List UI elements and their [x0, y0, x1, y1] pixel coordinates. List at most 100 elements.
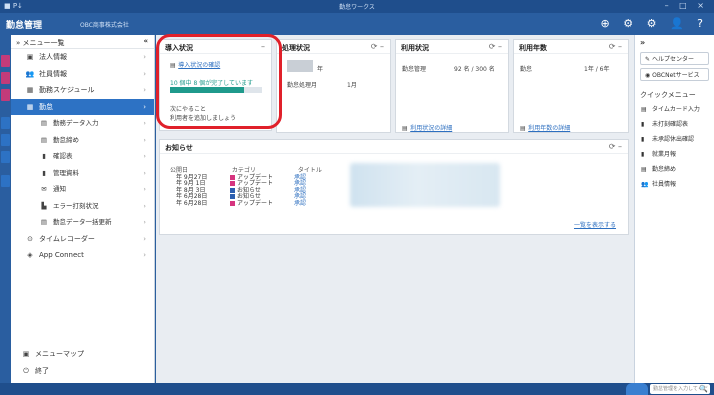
intro-highlight-circle — [156, 34, 282, 129]
rail-icon-2[interactable] — [1, 72, 10, 84]
sidebar-item[interactable]: ⊙ タイムレコーダー › — [11, 231, 154, 248]
sidebar-item[interactable]: ▮ 確認表 › — [11, 148, 154, 165]
usage-card-title: 利用状況 ⟳ – — [396, 40, 508, 54]
chevron-right-icon: › — [143, 86, 146, 94]
quick-menu-label: タイムカード入力 — [652, 106, 700, 113]
quick-menu-items: ▤ タイムカード入力 ▮ 未打刻確認表 ▮ 未承認休出確認 ▮ 就業月報 ▤ 勤怠締め 👥 社員情報 — [635, 102, 714, 192]
refresh-minimize-controls[interactable]: ⟳ – — [609, 142, 622, 151]
sidebar-item[interactable]: ▦ 勤怠 › — [11, 98, 154, 115]
sidebar-bottom-item[interactable]: ⏻ 終了 — [11, 363, 154, 380]
expand-icon[interactable]: » — [16, 39, 20, 47]
usage-title: 利用状況 — [401, 44, 429, 52]
rail-icon-3[interactable] — [1, 89, 10, 101]
collapse-icon[interactable]: « — [143, 37, 148, 45]
quick-menu-item[interactable]: ▤ タイムカード入力 — [635, 102, 714, 117]
quick-menu-item[interactable]: ▮ 未承認休出確認 — [635, 132, 714, 147]
rail-icon-6[interactable] — [1, 151, 10, 163]
sidebar-item[interactable]: ▣ 法人情報 › — [11, 49, 154, 66]
sidebar-item[interactable]: ▤ 勤怠締め › — [11, 132, 154, 149]
quick-menu-icon: ▮ — [641, 121, 645, 128]
contract-row-value: 1年 / 6年 — [584, 66, 610, 73]
rail-icon-5[interactable] — [1, 134, 10, 146]
window-title: 勤怠ワークス — [339, 4, 375, 11]
refresh-minimize-controls[interactable]: ⟳ – — [489, 42, 502, 51]
rail-icon-4[interactable] — [1, 117, 10, 129]
news-title-link[interactable]: 承認 — [294, 200, 306, 208]
app-logo[interactable]: 勤怠管理 — [6, 18, 42, 31]
obcnet-button[interactable]: ◉ OBCNetサービス — [640, 68, 709, 81]
refresh-minimize-controls[interactable]: ⟳ – — [371, 42, 384, 51]
quick-menu-label: 未打刻確認表 — [652, 121, 689, 128]
masked-year — [287, 60, 313, 72]
period-label: 勤怠処理月 — [287, 82, 318, 89]
status-bar: 勤怠管理を入力してください 🔍 — [0, 383, 714, 395]
rail-icon-7[interactable] — [1, 175, 10, 187]
sidebar-item-label: タイムレコーダー — [39, 234, 95, 243]
sidebar-item[interactable]: ▤ 勤務データ入力 › — [11, 115, 154, 132]
quick-menu-item[interactable]: 👥 社員情報 — [635, 177, 714, 192]
company-name: OBC商事株式会社 — [80, 22, 129, 29]
news-card: お知らせ ⟳ – 公開日 カテゴリ タイトル 年 9月27日 アップデート 承認年 … — [159, 139, 629, 235]
sidebar-item[interactable]: ✉ 通知 › — [11, 181, 154, 198]
usage-row-label: 勤怠管理 — [402, 66, 427, 73]
sidebar-header: » メニュー一覧 « — [11, 35, 154, 49]
quick-menu-label: 就業月報 — [652, 151, 677, 158]
news-category: アップデート — [237, 199, 274, 207]
sidebar-item-label: 勤怠 — [39, 102, 53, 111]
contract-detail-link[interactable]: 利用年数の詳細 — [528, 125, 570, 132]
obcnet-icon: ◉ — [645, 72, 651, 79]
right-panel-expand-icon[interactable]: » — [635, 35, 714, 49]
chevron-right-icon: › — [143, 102, 146, 111]
sidebar-item[interactable]: ◈ App Connect › — [11, 247, 154, 264]
quick-menu-icon: ▤ — [641, 166, 647, 173]
document-icon: ▤ — [520, 125, 526, 132]
processing-card-title: 処理状況 ⟳ – — [277, 40, 390, 54]
usage-detail-link[interactable]: 利用状況の詳細 — [410, 125, 452, 132]
contract-row-label: 勤怠 — [520, 66, 533, 73]
window-titlebar: ■ P↓ 勤怠ワークス – □ × — [0, 0, 714, 13]
category-color-swatch — [230, 181, 235, 186]
masked-news-content — [350, 163, 500, 207]
category-color-swatch — [230, 174, 235, 180]
sidebar-bottom-item[interactable]: ▣ メニューマップ — [11, 346, 154, 363]
news-row[interactable]: 年 6月28日 アップデート 承認 — [170, 199, 322, 208]
obcnet-label: OBCNetサービス — [652, 72, 700, 79]
refresh-minimize-controls[interactable]: ⟳ – — [609, 42, 622, 51]
contract-card: 利用年数 ⟳ – 勤怠 1年 / 6年 ▤ 利用年数の詳細 — [513, 39, 629, 133]
menu-icon: ⏻ — [23, 366, 29, 375]
quick-menu-item[interactable]: ▤ 勤怠締め — [635, 162, 714, 177]
help-icon: ✎ — [645, 56, 651, 63]
search-icon[interactable]: 🔍 — [699, 384, 708, 394]
assistant-icon[interactable] — [626, 383, 648, 395]
rail-icon-1[interactable] — [1, 55, 10, 67]
sidebar-item[interactable]: ▮ 管理資料 › — [11, 165, 154, 182]
chevron-right-icon: › — [143, 53, 146, 61]
period-value: 1月 — [347, 82, 357, 89]
processing-card: 処理状況 ⟳ – 年 勤怠処理月 1月 — [276, 39, 391, 133]
chevron-right-icon: › — [143, 135, 146, 144]
contract-card-title: 利用年数 ⟳ – — [514, 40, 628, 54]
menu-icon: ▮ — [42, 168, 46, 177]
menu-icon: ✉ — [41, 185, 47, 193]
sidebar-item[interactable]: 👥 社員情報 › — [11, 66, 154, 83]
window-controls[interactable]: – □ × — [665, 1, 708, 10]
sidebar-item-label: 勤務データ入力 — [53, 119, 99, 127]
quick-menu-item[interactable]: ▮ 未打刻確認表 — [635, 117, 714, 132]
menu-icon: ▤ — [40, 218, 48, 226]
help-center-button[interactable]: ✎ ヘルプセンター — [640, 52, 709, 65]
chevron-right-icon: › — [143, 168, 146, 177]
sidebar-title: メニュー一覧 — [22, 39, 65, 47]
search-input[interactable]: 勤怠管理を入力してください 🔍 — [650, 384, 710, 394]
menu-icon: ▮ — [42, 152, 46, 160]
sidebar-item[interactable]: ▤ 勤怠データ一括更新 › — [11, 214, 154, 231]
quick-menu-item[interactable]: ▮ 就業月報 — [635, 147, 714, 162]
sidebar-item[interactable]: ▙ エラー打刻状況 › — [11, 198, 154, 215]
sidebar-item[interactable]: ▦ 勤務スケジュール › — [11, 82, 154, 99]
sidebar-item-label: 勤務スケジュール — [39, 86, 95, 94]
quick-menu-label: 社員情報 — [652, 181, 677, 188]
menu-icon: ▦ — [26, 86, 34, 94]
news-more-link[interactable]: 一覧を表示する — [574, 220, 616, 229]
header-icons[interactable]: ⊕ ⚙ ⚙ 👤 ? — [601, 17, 708, 30]
menu-icon: ◈ — [27, 251, 33, 259]
chevron-right-icon: › — [143, 218, 146, 226]
